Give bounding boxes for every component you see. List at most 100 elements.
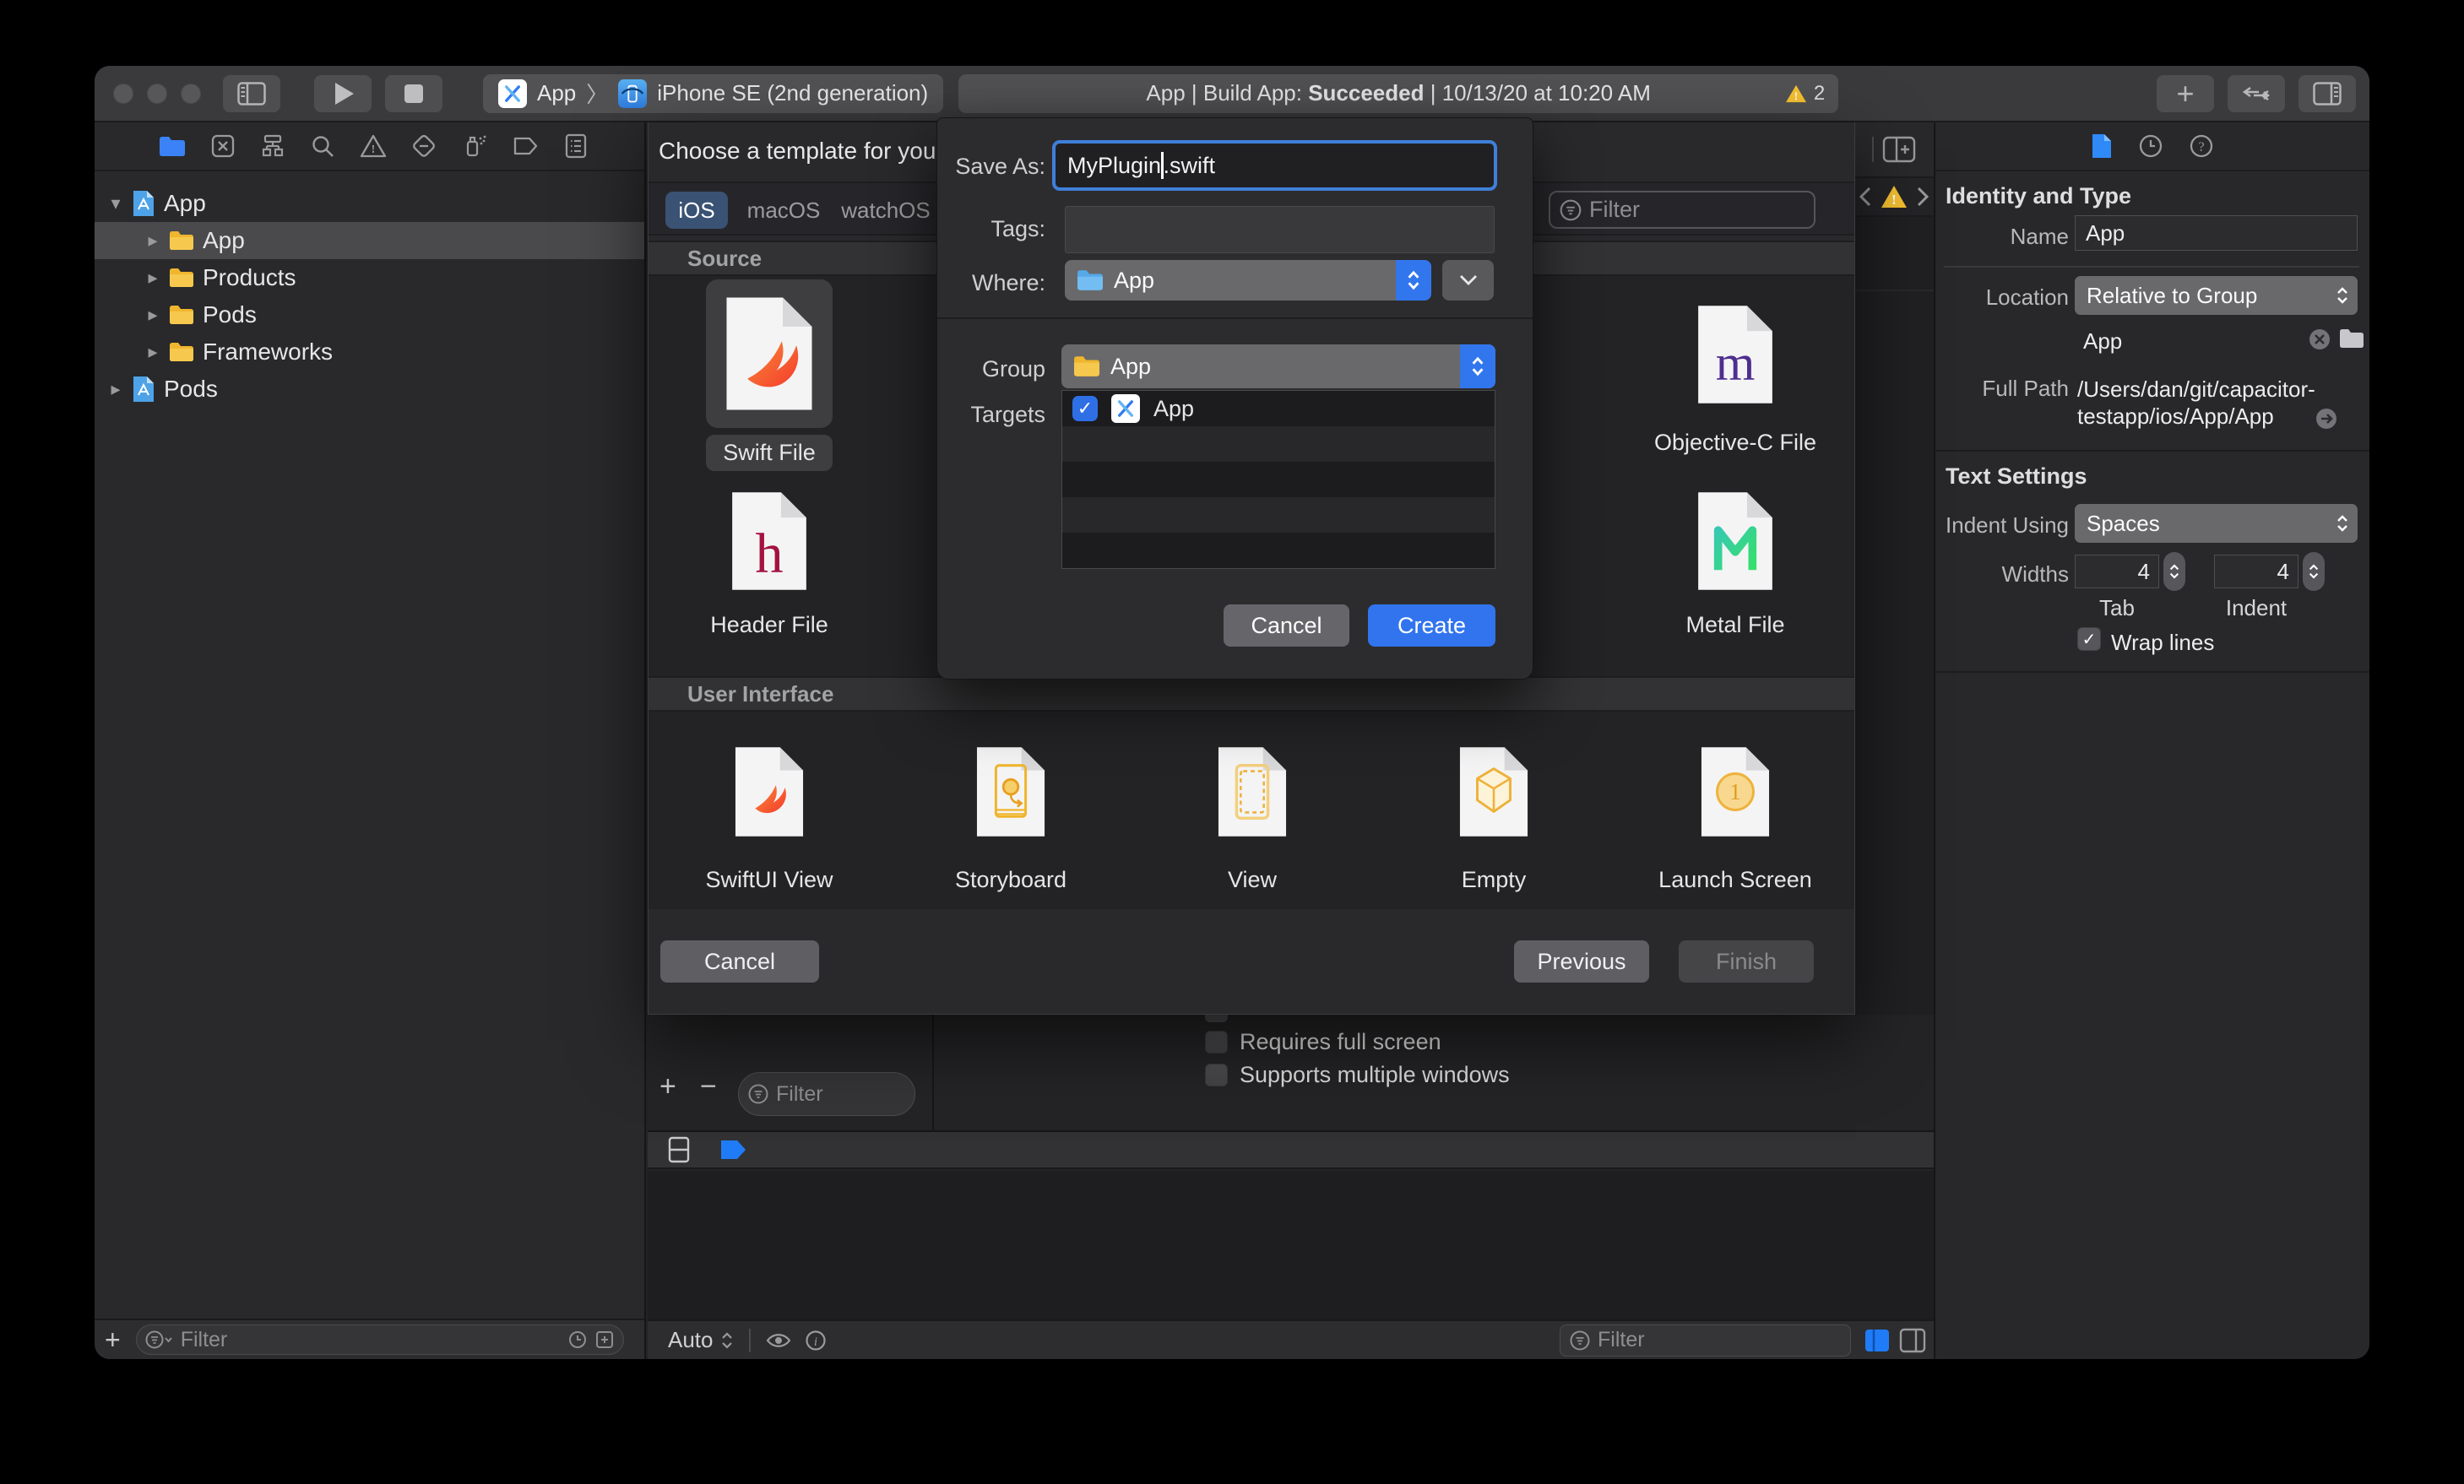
debug-navigator-icon[interactable] [461, 133, 488, 159]
expand-sheet-button[interactable] [1442, 260, 1494, 301]
disclosure-closed-icon[interactable]: ▸ [142, 341, 164, 363]
toggle-inspector-button[interactable] [2298, 74, 2356, 112]
eye-icon[interactable] [766, 1331, 791, 1350]
tab-width-stepper[interactable] [2163, 552, 2185, 591]
indent-width-field[interactable]: 4 [2214, 555, 2298, 588]
checkbox-unchecked[interactable] [1205, 1064, 1228, 1086]
breakpoint-tag-icon[interactable] [720, 1140, 747, 1160]
template-swiftui-view[interactable]: SwiftUI View [649, 728, 890, 898]
clear-location-icon[interactable] [2307, 327, 2332, 352]
save-as-field[interactable]: MyPlugin .swift [1052, 140, 1497, 191]
forward-chevron-icon[interactable] [1915, 186, 1930, 208]
template-metal-file[interactable]: Metal File [1615, 482, 1856, 643]
previous-button[interactable]: Previous [1514, 940, 1649, 983]
issue-navigator-icon[interactable]: ! [360, 134, 387, 158]
target-row-app[interactable]: ✓ App [1062, 391, 1495, 426]
add-editor-icon[interactable] [1882, 136, 1916, 163]
source-control-icon[interactable] [210, 133, 236, 159]
settings-remove-button[interactable]: − [700, 1070, 717, 1103]
tree-row-project-pods[interactable]: ▸ Pods [95, 371, 644, 408]
checkbox-checked[interactable]: ✓ [1072, 396, 1098, 421]
sheet-create-button[interactable]: Create [1368, 604, 1495, 647]
choose-folder-icon[interactable] [2339, 328, 2364, 349]
disclosure-open-icon[interactable]: ▾ [105, 192, 127, 214]
finish-button[interactable]: Finish [1679, 940, 1814, 983]
disclosure-closed-icon[interactable]: ▸ [105, 378, 127, 400]
template-objc-file[interactable]: m Objective-C File [1615, 291, 1856, 461]
search-icon[interactable] [310, 133, 335, 159]
tree-row-app-folder[interactable]: ▸ App [95, 222, 644, 259]
template-swift-file[interactable]: Swift File [649, 279, 890, 471]
svg-text:?: ? [2198, 140, 2204, 154]
disclosure-closed-icon[interactable]: ▸ [142, 304, 164, 326]
disclosure-closed-icon[interactable]: ▸ [142, 267, 164, 289]
history-inspector-icon[interactable] [2138, 133, 2163, 159]
warning-icon[interactable]: ! [1880, 184, 1908, 209]
recent-files-icon[interactable] [567, 1330, 588, 1350]
template-filter-field[interactable]: Filter [1549, 191, 1815, 229]
template-launch-screen[interactable]: 1 Launch Screen [1615, 728, 1856, 898]
checkbox-unchecked[interactable] [1205, 1031, 1228, 1053]
zoom-window-button[interactable] [181, 83, 201, 104]
open-path-arrow-icon[interactable] [2314, 406, 2339, 431]
show-sidebar-on-icon[interactable] [1864, 1328, 1891, 1353]
toggle-navigator-button[interactable] [223, 74, 280, 112]
add-library-button[interactable]: + [2157, 74, 2214, 112]
stop-button[interactable] [385, 74, 442, 112]
auto-selector[interactable]: Auto [668, 1327, 734, 1353]
tab-watchos[interactable]: watchOS [836, 192, 936, 229]
breakpoint-navigator-icon[interactable] [513, 135, 540, 157]
folder-icon [169, 342, 194, 362]
tree-row-pods-folder[interactable]: ▸ Pods [95, 296, 644, 333]
navigator-filter-field[interactable]: Filter [135, 1324, 624, 1355]
bottom-filter-field[interactable]: Filter [1560, 1324, 1851, 1357]
where-popup[interactable]: App [1065, 260, 1431, 301]
wrap-lines-checkbox[interactable]: ✓ [2077, 627, 2101, 651]
tree-row-products[interactable]: ▸ Products [95, 259, 644, 296]
report-navigator-icon[interactable] [564, 133, 588, 159]
tree-row-frameworks[interactable]: ▸ Frameworks [95, 333, 644, 371]
symbol-navigator-icon[interactable] [260, 133, 285, 159]
activity-status[interactable]: App | Build App: Succeeded | 10/13/20 at… [958, 73, 1839, 113]
cancel-button[interactable]: Cancel [660, 940, 819, 983]
project-navigator-icon[interactable] [159, 135, 186, 157]
tree-label: Pods [203, 301, 257, 328]
file-inspector-icon[interactable] [2091, 133, 2113, 160]
tab-ios[interactable]: iOS [665, 192, 728, 229]
where-label: Where: [971, 270, 1045, 295]
template-storyboard[interactable]: Storyboard [890, 728, 1132, 898]
sheet-cancel-button[interactable]: Cancel [1224, 604, 1349, 647]
tags-field[interactable] [1065, 206, 1495, 253]
warning-badge[interactable]: ! 2 [1785, 82, 1825, 106]
split-editor-icon[interactable] [668, 1136, 690, 1163]
info-icon[interactable]: i [805, 1330, 827, 1351]
requires-fullscreen-row[interactable]: Requires full screen [1205, 1029, 1441, 1055]
tab-macos[interactable]: macOS [740, 192, 828, 229]
test-navigator-icon[interactable] [411, 133, 437, 159]
tree-row-project-app[interactable]: ▾ App [95, 185, 644, 222]
group-popup[interactable]: App [1061, 344, 1495, 388]
supports-multiple-windows-row[interactable]: Supports multiple windows [1205, 1062, 1510, 1088]
settings-filter-field[interactable]: Filter [738, 1072, 915, 1116]
show-sidebar-off-icon[interactable] [1899, 1328, 1926, 1353]
back-chevron-icon[interactable] [1858, 186, 1873, 208]
tab-width-field[interactable]: 4 [2075, 555, 2159, 588]
template-view[interactable]: View [1132, 728, 1373, 898]
help-inspector-icon[interactable]: ? [2189, 133, 2214, 159]
scm-status-filter-icon[interactable] [594, 1330, 615, 1350]
close-window-button[interactable] [113, 83, 133, 104]
name-field[interactable]: App [2075, 215, 2358, 251]
settings-add-button[interactable]: + [659, 1070, 676, 1103]
indent-width-stepper[interactable] [2303, 552, 2325, 591]
template-empty[interactable]: Empty [1373, 728, 1615, 898]
scheme-selector[interactable]: App 〉 iPhone SE (2nd generation) [483, 73, 944, 113]
minimize-window-button[interactable] [147, 83, 167, 104]
indent-using-popup[interactable]: Spaces [2075, 504, 2358, 543]
code-review-button[interactable] [2228, 74, 2285, 112]
disclosure-closed-icon[interactable]: ▸ [142, 230, 164, 252]
blue-folder-icon [1077, 269, 1104, 291]
run-button[interactable] [314, 74, 372, 112]
add-file-button[interactable]: + [105, 1324, 121, 1356]
location-popup[interactable]: Relative to Group [2075, 276, 2358, 315]
template-header-file[interactable]: h Header File [649, 482, 890, 643]
